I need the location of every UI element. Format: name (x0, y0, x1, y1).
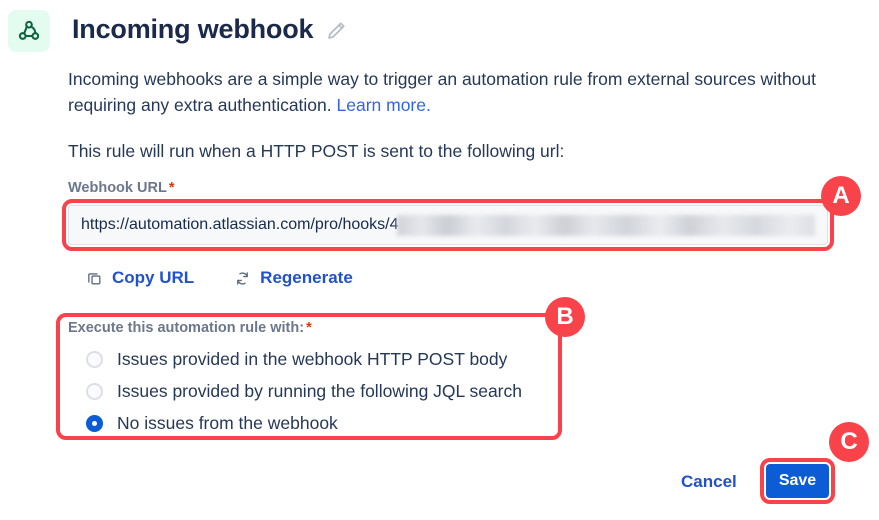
url-actions: Copy URL Regenerate (86, 268, 353, 288)
copy-url-label: Copy URL (112, 268, 195, 287)
page-title: Incoming webhook (72, 14, 314, 44)
pencil-edit-icon[interactable] (325, 20, 347, 47)
radio-option-label: Issues provided by running the following… (117, 380, 522, 401)
radio-icon[interactable] (86, 350, 103, 368)
cancel-button[interactable]: Cancel (681, 472, 737, 492)
webhook-url-input[interactable]: https://automation.atlassian.com/pro/hoo… (68, 205, 828, 245)
refresh-icon (234, 270, 251, 287)
radio-option-label: Issues provided in the webhook HTTP POST… (117, 348, 508, 369)
radio-option-post-body[interactable]: Issues provided in the webhook HTTP POST… (68, 344, 522, 374)
webhook-url-value: https://automation.atlassian.com/pro/hoo… (81, 216, 399, 233)
execute-rule-radio-group: Execute this automation rule with: * Issu… (68, 320, 522, 440)
webhook-icon (8, 10, 50, 52)
webhook-url-label-text: Webhook URL (68, 180, 167, 196)
redacted-url-blur (396, 214, 815, 236)
learn-more-link[interactable]: Learn more. (337, 95, 431, 115)
radio-option-label: No issues from the webhook (117, 412, 338, 433)
execute-rule-label: Execute this automation rule with: * (68, 320, 522, 336)
annotation-badge-c: C (829, 422, 869, 462)
intro-text: Incoming webhooks are a simple way to tr… (68, 69, 817, 115)
radio-icon[interactable] (86, 382, 103, 400)
radio-icon-selected[interactable] (86, 414, 103, 432)
radio-option-jql-search[interactable]: Issues provided by running the following… (68, 376, 522, 406)
required-asterisk: * (168, 180, 175, 196)
radio-option-no-issues[interactable]: No issues from the webhook (68, 408, 522, 438)
rule-paragraph: This rule will run when a HTTP POST is s… (68, 141, 565, 161)
regenerate-button[interactable]: Regenerate (234, 268, 353, 288)
copy-url-button[interactable]: Copy URL (86, 268, 194, 288)
annotation-badge-b: B (545, 297, 585, 337)
copy-icon (86, 270, 103, 287)
webhook-url-label: Webhook URL * (68, 180, 174, 196)
regenerate-label: Regenerate (260, 268, 353, 287)
page-header: Incoming webhook (8, 10, 347, 52)
annotation-badge-a: A (821, 176, 861, 216)
save-button[interactable]: Save (766, 464, 829, 498)
execute-rule-label-text: Execute this automation rule with: (68, 320, 305, 336)
required-asterisk: * (306, 320, 312, 336)
intro-paragraph: Incoming webhooks are a simple way to tr… (68, 66, 858, 118)
